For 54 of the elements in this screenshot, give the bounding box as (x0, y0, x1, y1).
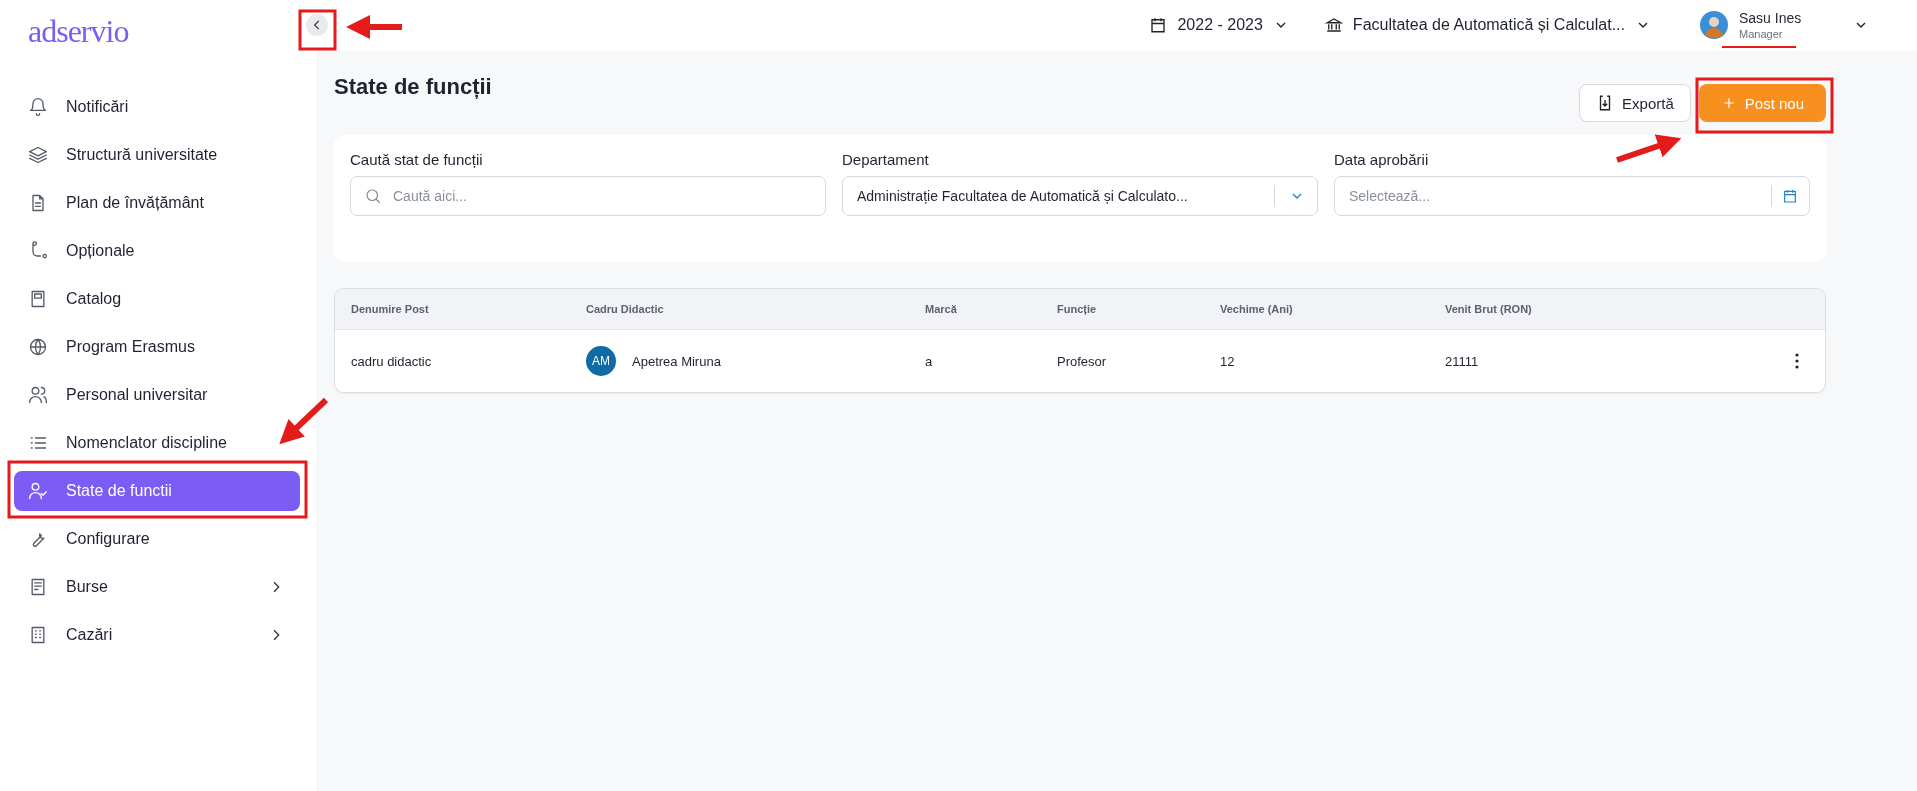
globe-icon (28, 337, 48, 357)
kebab-menu-icon (1795, 353, 1799, 369)
sidebar-item[interactable]: Notificări (14, 87, 300, 127)
table-cell-text: a (925, 353, 934, 369)
sidebar-item[interactable]: Personal universitar (14, 375, 300, 415)
table-cell: Apetrea Miruna (632, 353, 721, 369)
users-icon (28, 385, 48, 405)
column-header: Venit Brut (RON) (1445, 303, 1533, 315)
department-dropdown[interactable]: Administrație Facultatea de Automatică și Calculato... (842, 176, 1318, 216)
faculty-selector[interactable]: Facultatea de Automatică și Calculat... (1324, 16, 1651, 34)
column-header: Marcă (925, 303, 958, 315)
table-cell-text: cadru didactic (351, 353, 433, 369)
pointer-arrow (346, 15, 402, 39)
table-cell-text: 12 (1220, 353, 1236, 369)
user-avatar[interactable] (1699, 10, 1729, 40)
highlight-frame (298, 9, 337, 51)
user-name: Sasu Ines (1739, 10, 1803, 26)
pointer-arrow (279, 397, 329, 445)
column-header: Denumire Post (351, 303, 430, 315)
column-header: Funcție (1057, 303, 1098, 315)
sidebar-item[interactable]: Plan de învățământ (14, 183, 300, 223)
table-cell: 21111 (1445, 353, 1479, 369)
initials-avatar: AM (586, 346, 616, 376)
page-title: State de funcții (334, 74, 492, 100)
layers-icon (28, 145, 48, 165)
pointer-arrow (1616, 134, 1682, 163)
calendar-icon (1149, 16, 1168, 34)
sidebar-item[interactable]: Program Erasmus (14, 327, 300, 367)
user-role: Manager (1739, 28, 1784, 40)
sidebar-item[interactable]: Configurare (14, 519, 300, 559)
user-check-icon (28, 481, 48, 501)
column-header: Vechime (Ani) (1220, 303, 1294, 315)
sidebar-item[interactable]: Cazări (14, 615, 300, 655)
search-field[interactable]: Caută aici... (350, 176, 826, 216)
logo: adservio (28, 12, 129, 49)
filter-label: Caută stat de funcții (350, 151, 484, 168)
sidebar-item[interactable]: Nomenclator discipline (14, 423, 300, 463)
sidebar-item[interactable]: State de functii (14, 471, 300, 511)
sidebar-item[interactable]: Structură universitate (14, 135, 300, 175)
column-header: Cadru Didactic (586, 303, 665, 315)
year-selector[interactable]: 2022 - 2023 (1149, 16, 1289, 34)
filter-label: Departament (842, 151, 930, 168)
bell-icon (28, 97, 48, 117)
filter-label: Data aprobării (1334, 151, 1430, 168)
sidebar-item[interactable]: Opționale (14, 231, 300, 271)
table-cell-text: Profesor (1057, 353, 1108, 369)
export-button[interactable]: Exportă (1579, 84, 1691, 122)
calendar-icon (1782, 188, 1798, 204)
sidebar-item[interactable]: Burse (14, 567, 300, 607)
sidebar-item[interactable]: Catalog (14, 279, 300, 319)
date-field[interactable]: Selectează... (1334, 176, 1810, 216)
search-icon (364, 187, 382, 205)
collapse-sidebar-button[interactable] (306, 14, 328, 36)
bank-icon (1324, 16, 1343, 34)
